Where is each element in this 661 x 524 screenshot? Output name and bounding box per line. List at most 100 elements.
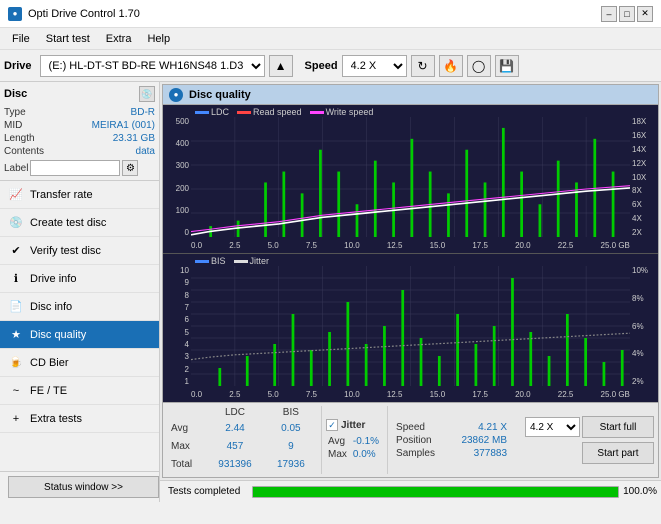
yr1-14x: 14X <box>632 145 656 154</box>
titlebar: ● Opti Drive Control 1.70 – □ ✕ <box>0 0 661 28</box>
jitter-table: Avg -0.1% Max 0.0% <box>326 435 383 461</box>
drive-toolbar: Drive (E:) HL-DT-ST BD-RE WH16NS48 1.D3 … <box>0 50 661 82</box>
length-label: Length <box>4 133 35 144</box>
mid-label: MID <box>4 120 22 131</box>
disc-icon-btn[interactable]: 💿 <box>139 86 155 102</box>
y1-500: 500 <box>165 117 189 126</box>
y1-300: 300 <box>165 161 189 170</box>
drive-info-icon: ℹ <box>8 271 24 287</box>
app-icon: ● <box>8 7 22 21</box>
chart2-svg <box>191 266 630 386</box>
disc-quality-panel: ● Disc quality LDC <box>162 84 659 478</box>
label-input[interactable] <box>30 160 120 176</box>
sidebar-item-transfer-rate[interactable]: 📈 Transfer rate <box>0 181 159 209</box>
th-empty <box>167 406 205 419</box>
sidebar-item-drive-info[interactable]: ℹ Drive info <box>0 265 159 293</box>
length-value: 23.31 GB <box>113 133 155 144</box>
window-controls: – □ ✕ <box>601 6 653 22</box>
close-button[interactable]: ✕ <box>637 6 653 22</box>
jitter-avg-val: -0.1% <box>349 435 383 448</box>
drive-label: Drive <box>4 60 32 72</box>
x2-0: 0.0 <box>191 390 202 399</box>
sidebar-item-create-test-disc[interactable]: 💿 Create test disc <box>0 209 159 237</box>
stats-total-row: Total 931396 17936 <box>167 456 317 474</box>
th-ldc: LDC <box>205 406 265 419</box>
legend-ldc-label: LDC <box>211 107 229 117</box>
y2-6: 6 <box>165 315 189 324</box>
cd-bier-icon: 🍺 <box>8 355 24 371</box>
total-bis: 17936 <box>265 456 317 474</box>
x2-10: 10.0 <box>344 390 360 399</box>
speed-select-full[interactable]: 4.2 X <box>525 417 580 437</box>
sidebar-item-disc-info[interactable]: 📄 Disc info <box>0 293 159 321</box>
refresh-button[interactable]: ↻ <box>411 55 435 77</box>
status-window-button[interactable]: Status window >> <box>8 476 159 498</box>
chart1-svg <box>191 117 630 237</box>
nav-label-drive-info: Drive info <box>30 273 76 285</box>
nav-label-cd-bier: CD Bier <box>30 357 69 369</box>
speed-select[interactable]: 4.2 X <box>342 55 407 77</box>
legend-jitter: Jitter <box>234 256 270 266</box>
x2-22-5: 22.5 <box>558 390 574 399</box>
chart2-y-right: 10% 8% 6% 4% 2% <box>630 266 658 386</box>
jitter-max-label: Max <box>326 448 349 461</box>
eject-button[interactable]: ▲ <box>269 55 293 77</box>
chart-ldc: LDC Read speed Write speed 500 <box>163 105 658 254</box>
start-part-button[interactable]: Start part <box>582 442 654 464</box>
x2-2-5: 2.5 <box>229 390 240 399</box>
x1-22-5: 22.5 <box>558 241 574 250</box>
yr2-6: 6% <box>632 322 656 331</box>
maximize-button[interactable]: □ <box>619 6 635 22</box>
jitter-max-row: Max 0.0% <box>326 448 383 461</box>
jitter-checkbox[interactable]: ✓ <box>326 419 338 431</box>
disc-title: Disc <box>4 88 27 100</box>
x2-15: 15.0 <box>430 390 446 399</box>
nav-label-transfer-rate: Transfer rate <box>30 189 93 201</box>
disc-panel: Disc 💿 Type BD-R MID MEIRA1 (001) Length… <box>0 82 159 181</box>
sidebar-item-fe-te[interactable]: ~ FE / TE <box>0 377 159 405</box>
samples-row: Samples 377883 <box>396 448 507 459</box>
stats-avg-row: Avg 2.44 0.05 <box>167 419 317 437</box>
y2-5: 5 <box>165 328 189 337</box>
menu-extra[interactable]: Extra <box>98 31 140 47</box>
menu-start-test[interactable]: Start test <box>38 31 98 47</box>
y1-100: 100 <box>165 206 189 215</box>
sidebar-item-verify-test-disc[interactable]: ✔ Verify test disc <box>0 237 159 265</box>
action-buttons: 4.2 X Start full Start part <box>517 406 654 474</box>
chart1-y-right: 18X 16X 14X 12X 10X 8X 6X 4X 2X <box>630 117 658 237</box>
yr1-2x: 2X <box>632 228 656 237</box>
contents-value: data <box>136 146 155 157</box>
sidebar-item-extra-tests[interactable]: + Extra tests <box>0 405 159 433</box>
save-button[interactable]: 💾 <box>495 55 519 77</box>
speed-label: Speed <box>305 60 338 72</box>
jitter-section: ✓ Jitter Avg -0.1% Max <box>321 406 383 474</box>
y2-3: 3 <box>165 352 189 361</box>
start-full-button[interactable]: Start full <box>582 416 654 438</box>
extra-tests-icon: + <box>8 411 24 427</box>
max-label: Max <box>167 437 205 455</box>
sidebar-item-cd-bier[interactable]: 🍺 CD Bier <box>0 349 159 377</box>
x1-7-5: 7.5 <box>306 241 317 250</box>
burn-button[interactable]: 🔥 <box>439 55 463 77</box>
minimize-button[interactable]: – <box>601 6 617 22</box>
label-btn[interactable]: ⚙ <box>122 160 138 176</box>
y1-400: 400 <box>165 139 189 148</box>
samples-value: 377883 <box>474 448 507 459</box>
sidebar-item-disc-quality[interactable]: ★ Disc quality <box>0 321 159 349</box>
x2-5: 5.0 <box>268 390 279 399</box>
mid-value: MEIRA1 (001) <box>92 120 155 131</box>
erase-button[interactable]: ◯ <box>467 55 491 77</box>
sidebar: Disc 💿 Type BD-R MID MEIRA1 (001) Length… <box>0 82 160 502</box>
menu-help[interactable]: Help <box>139 31 178 47</box>
status-bar: Tests completed 100.0% <box>160 480 661 502</box>
max-ldc: 457 <box>205 437 265 455</box>
speed-row: Speed 4.21 X <box>396 422 507 433</box>
menu-file[interactable]: File <box>4 31 38 47</box>
legend-bis: BIS <box>195 256 226 266</box>
x2-12-5: 12.5 <box>387 390 403 399</box>
stats-max-row: Max 457 9 <box>167 437 317 455</box>
x1-12-5: 12.5 <box>387 241 403 250</box>
legend-jitter-label: Jitter <box>250 256 270 266</box>
drive-select[interactable]: (E:) HL-DT-ST BD-RE WH16NS48 1.D3 <box>40 55 265 77</box>
menubar: File Start test Extra Help <box>0 28 661 50</box>
